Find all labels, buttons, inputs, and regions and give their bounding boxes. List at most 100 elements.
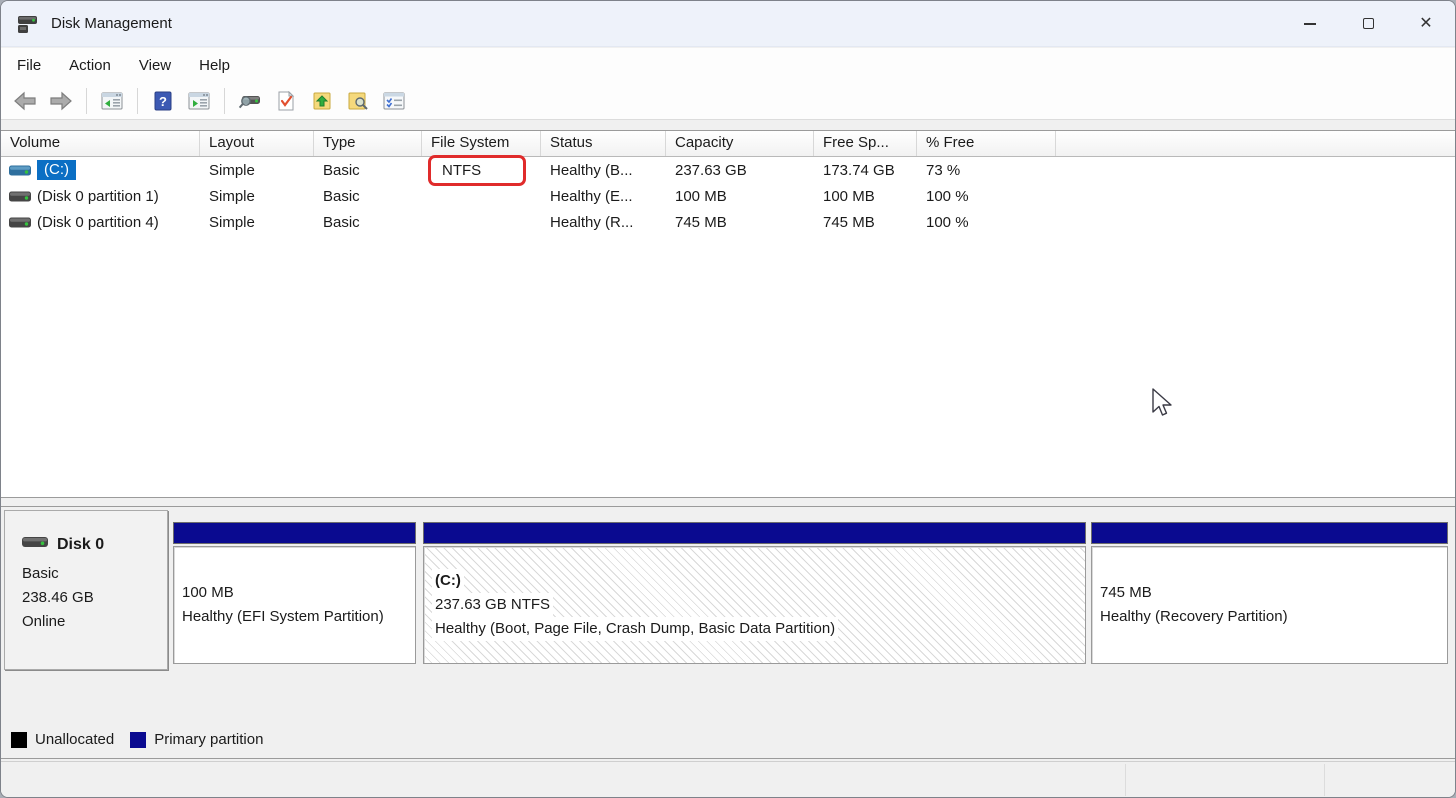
show-console-tree-button[interactable] [96, 86, 128, 116]
cell-status: Healthy (R... [550, 213, 634, 231]
rescan-disks-button[interactable] [234, 86, 266, 116]
toolbar-separator [224, 88, 225, 114]
cell-pct-free: 100 % [926, 213, 969, 231]
window-controls: ✕ [1281, 1, 1455, 46]
cell-free-space: 100 MB [823, 187, 875, 205]
unallocated-swatch [11, 731, 27, 748]
partition-color-bar [173, 522, 416, 544]
minimize-icon [1304, 22, 1316, 25]
legend: Unallocated Primary partition [11, 731, 263, 748]
volume-name: (Disk 0 partition 4) [37, 213, 159, 231]
forward-arrow-icon [50, 91, 72, 111]
file-system-value: NTFS [442, 161, 482, 179]
folder-search-button[interactable] [342, 86, 374, 116]
volume-table-header: Volume Layout Type File System Status Ca… [1, 131, 1455, 157]
disk-management-window: Disk Management ✕ File Action View Help [0, 0, 1456, 798]
maximize-icon [1362, 18, 1374, 29]
folder-search-icon [348, 92, 368, 110]
volume-name-selected: (C:) [37, 160, 76, 180]
cell-type: Basic [323, 161, 360, 179]
partition-size: 237.63 GB NTFS [432, 593, 554, 617]
cell-capacity: 745 MB [675, 213, 727, 231]
partition-size: 100 MB [182, 584, 234, 601]
column-header-volume[interactable]: Volume [1, 131, 200, 156]
volume-list-pane: Volume Layout Type File System Status Ca… [1, 130, 1455, 498]
volume-disk-icon [9, 190, 31, 203]
toolbar-separator [86, 88, 87, 114]
help-icon: ? [154, 91, 172, 111]
back-button[interactable] [9, 86, 41, 116]
check-disk-button[interactable] [270, 86, 302, 116]
cell-type: Basic [323, 213, 360, 231]
column-header-layout[interactable]: Layout [200, 131, 314, 156]
cell-pct-free: 73 % [926, 161, 961, 179]
cell-capacity: 237.63 GB [675, 161, 747, 179]
cell-layout: Simple [209, 161, 255, 179]
cell-file-system: NTFS [422, 154, 541, 186]
minimize-button[interactable] [1281, 1, 1339, 46]
rescan-disks-icon [238, 96, 260, 109]
cell-status: Healthy (E... [550, 187, 633, 205]
table-row-c[interactable]: (C:) Simple Basic NTFS Healthy (B... 237… [1, 154, 1455, 186]
cell-pct-free: 100 % [926, 187, 969, 205]
column-header-filler [1056, 131, 1455, 156]
volume-name: (Disk 0 partition 1) [37, 187, 159, 205]
cell-free-space: 745 MB [823, 213, 875, 231]
menu-file[interactable]: File [17, 57, 41, 74]
cell-capacity: 100 MB [675, 187, 727, 205]
folder-up-icon [313, 92, 331, 110]
title-bar: Disk Management ✕ [1, 1, 1455, 47]
column-header-capacity[interactable]: Capacity [666, 131, 814, 156]
check-document-icon [278, 91, 295, 111]
forward-button[interactable] [45, 86, 77, 116]
table-row-partition1[interactable]: (Disk 0 partition 1) Simple Basic Health… [1, 183, 1455, 209]
maximize-button[interactable] [1339, 1, 1397, 46]
partition-size: 745 MB [1100, 584, 1152, 601]
legend-label: Unallocated [35, 731, 115, 748]
volume-disk-icon [9, 216, 31, 229]
column-header-pct-free[interactable]: % Free [917, 131, 1056, 156]
disk-management-app-icon [15, 13, 39, 35]
legend-unallocated: Unallocated [11, 731, 114, 748]
cell-layout: Simple [209, 213, 255, 231]
partition-recovery[interactable]: 745 MB Healthy (Recovery Partition) [1091, 522, 1448, 667]
partition-status: Healthy (Boot, Page File, Crash Dump, Ba… [432, 617, 839, 641]
statusbar-separator [1125, 764, 1126, 796]
show-action-pane-button[interactable] [183, 86, 215, 116]
column-header-type[interactable]: Type [314, 131, 422, 156]
partition-status: Healthy (Recovery Partition) [1100, 608, 1288, 625]
partition-c-drive[interactable]: (C:) 237.63 GB NTFS Healthy (Boot, Page … [423, 522, 1086, 667]
close-icon: ✕ [1419, 14, 1433, 32]
partition-efi-system[interactable]: 100 MB Healthy (EFI System Partition) [173, 522, 416, 667]
toolbar-separator [137, 88, 138, 114]
legend-primary-partition: Primary partition [130, 731, 263, 748]
menu-action[interactable]: Action [69, 57, 111, 74]
cell-free-space: 173.74 GB [823, 161, 895, 179]
table-row-partition4[interactable]: (Disk 0 partition 4) Simple Basic Health… [1, 209, 1455, 235]
partition-color-bar [423, 522, 1086, 544]
partition-status: Healthy (EFI System Partition) [182, 608, 384, 625]
disk-size: 238.46 GB [22, 589, 94, 606]
disk-icon [22, 535, 48, 554]
column-header-status[interactable]: Status [541, 131, 666, 156]
status-bar [1, 761, 1455, 797]
disk0-info-panel[interactable]: Disk 0 Basic 238.46 GB Online [4, 510, 168, 670]
svg-text:?: ? [159, 94, 167, 109]
ntfs-annotation-box: NTFS [428, 154, 526, 186]
back-arrow-icon [14, 91, 36, 111]
partition-strip: 100 MB Healthy (EFI System Partition) (C… [173, 522, 1448, 667]
menu-help[interactable]: Help [199, 57, 230, 74]
column-header-free-space[interactable]: Free Sp... [814, 131, 917, 156]
close-button[interactable]: ✕ [1397, 1, 1455, 46]
disk-type: Basic [22, 565, 59, 582]
disk-name: Disk 0 [57, 535, 105, 553]
properties-list-button[interactable] [378, 86, 410, 116]
console-tree-icon [101, 92, 123, 110]
partition-color-bar [1091, 522, 1448, 544]
help-button[interactable]: ? [147, 86, 179, 116]
folder-up-button[interactable] [306, 86, 338, 116]
primary-partition-swatch [130, 731, 147, 748]
column-header-file-system[interactable]: File System [422, 131, 541, 156]
cell-type: Basic [323, 187, 360, 205]
menu-view[interactable]: View [139, 57, 171, 74]
